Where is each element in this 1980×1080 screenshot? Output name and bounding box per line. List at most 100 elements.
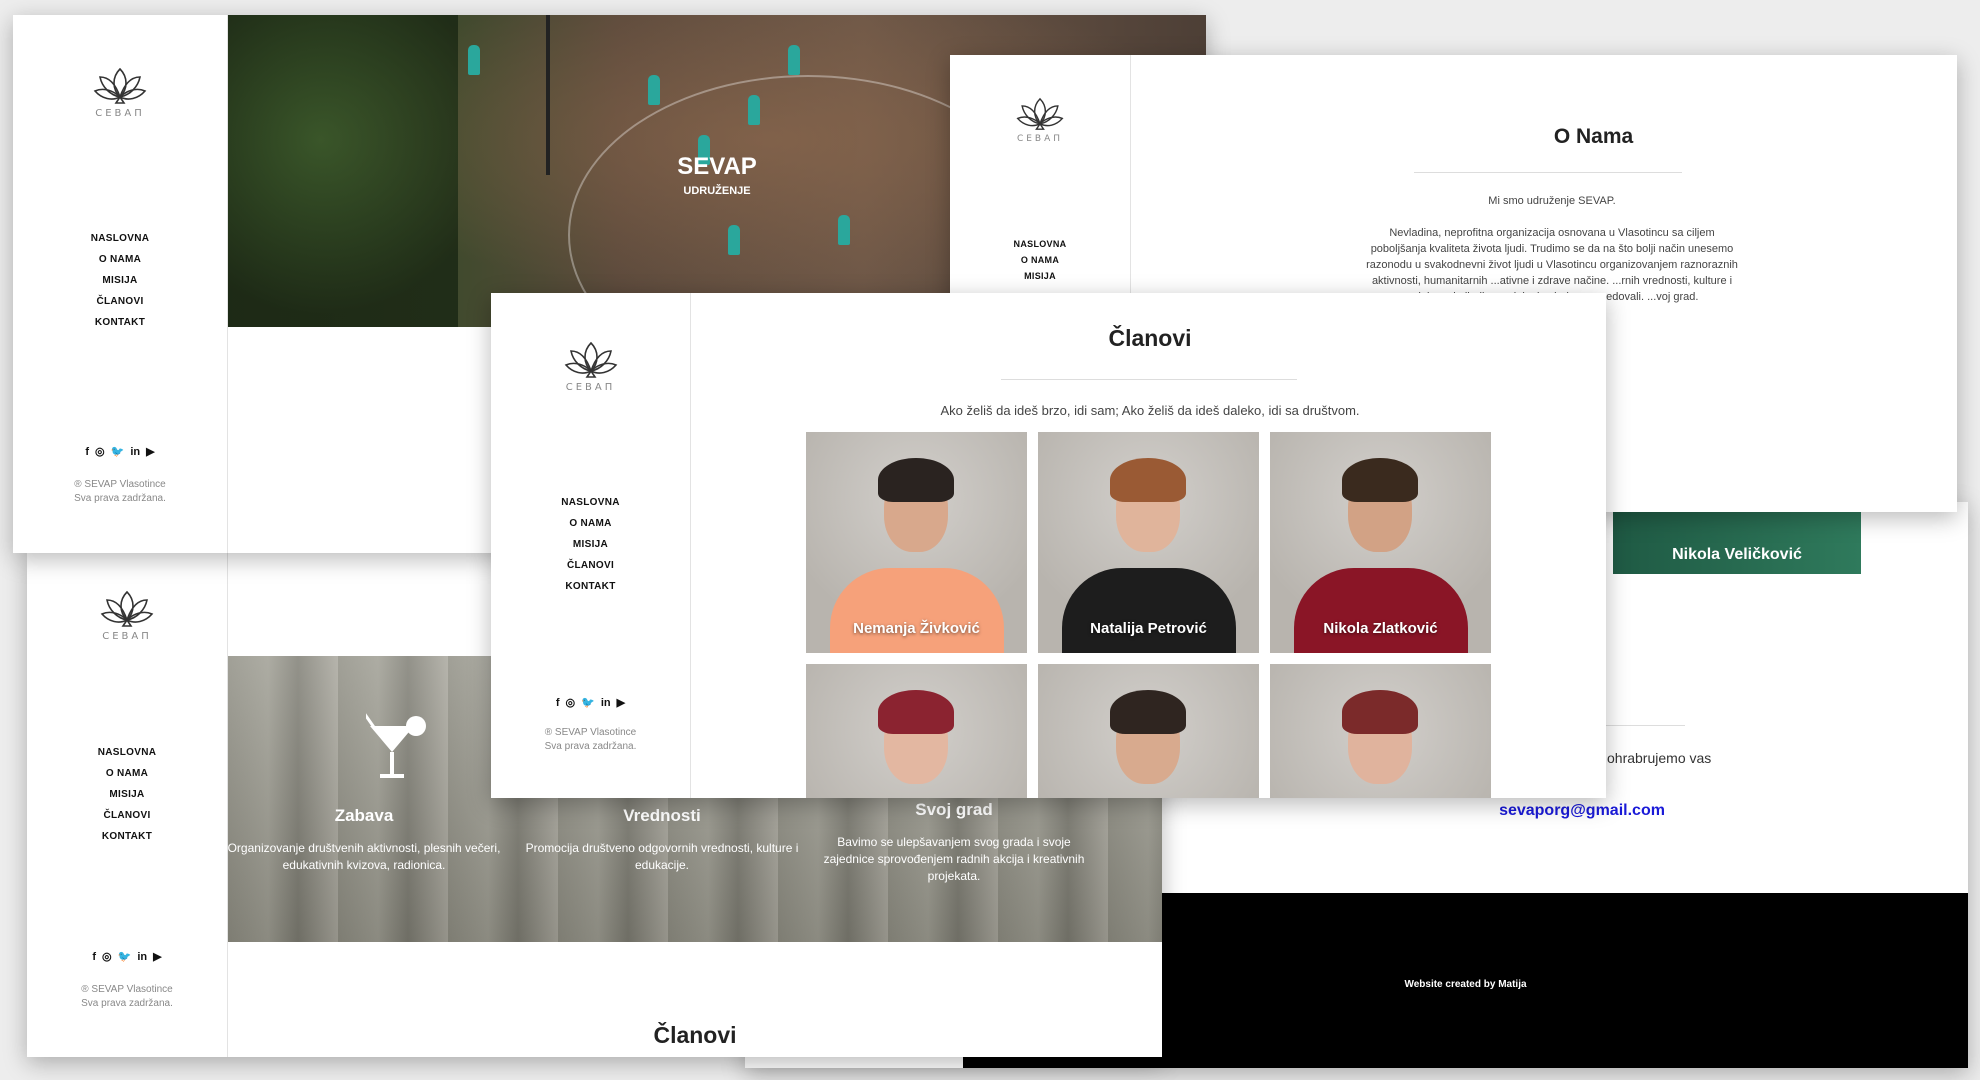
member-name: Nikola Zlatković [1323, 620, 1438, 637]
social-links: f ◎ 🐦 in ▶ [27, 950, 227, 963]
copyright: ® SEVAP Vlasotince Sva prava zadržana. [13, 478, 227, 506]
sidebar: CEBAП NASLOVNA O NAMA MISIJA ČLANOVI KON… [491, 293, 691, 798]
hero-person [788, 45, 800, 75]
logo-text: CEBAП [565, 382, 616, 393]
nav-item-kontakt[interactable]: KONTAKT [491, 581, 690, 592]
youtube-icon[interactable]: ▶ [617, 696, 625, 709]
logo[interactable]: CEBAП [27, 588, 227, 642]
member-photo-nikola-velickovic[interactable]: Nikola Veličković [1613, 512, 1861, 574]
section-heading-clanovi: Članovi [653, 1022, 737, 1048]
nav-item-clanovi[interactable]: ČLANOVI [491, 560, 690, 571]
linkedin-icon[interactable]: in [130, 446, 140, 458]
main-nav: NASLOVNA O NAMA MISIJA [950, 239, 1130, 281]
member-photo-body [1294, 568, 1468, 653]
member-name: Nikola Veličković [1672, 546, 1802, 563]
feature-zabava: Zabava Organizovanje društvenih aktivnos… [224, 806, 504, 874]
member-photo-hair [1342, 458, 1418, 502]
nav-item-naslovna[interactable]: NASLOVNA [13, 233, 227, 244]
nav-item-o-nama[interactable]: O NAMA [950, 255, 1130, 265]
copyright-line: Sva prava zadržana. [81, 998, 173, 1009]
facebook-icon[interactable]: f [85, 446, 89, 458]
main-nav: NASLOVNA O NAMA MISIJA ČLANOVI KONTAKT [491, 497, 690, 592]
email-link[interactable]: sevaporg@gmail.com [1382, 802, 1782, 820]
feature-text: Promocija društveno odgovornih vrednosti… [525, 841, 799, 872]
logo-text: CEBAП [102, 631, 152, 642]
linkedin-icon[interactable]: in [601, 697, 611, 709]
youtube-icon[interactable]: ▶ [146, 445, 154, 458]
copyright: ® SEVAP Vlasotince Sva prava zadržana. [491, 726, 690, 754]
member-photo-hair [1342, 690, 1418, 734]
member-card[interactable] [1270, 664, 1491, 798]
nav-item-naslovna[interactable]: NASLOVNA [491, 497, 690, 508]
feature-vrednosti: Vrednosti Promocija društveno odgovornih… [522, 806, 802, 874]
twitter-icon[interactable]: 🐦 [581, 696, 595, 709]
twitter-icon[interactable]: 🐦 [111, 445, 125, 458]
facebook-icon[interactable]: f [556, 697, 560, 709]
nav-item-misija[interactable]: MISIJA [950, 271, 1130, 281]
member-photo-hair [1110, 458, 1186, 502]
cocktail-icon [366, 712, 426, 778]
hero-person [728, 225, 740, 255]
copyright-line: ® SEVAP Vlasotince [74, 479, 166, 490]
copyright: ® SEVAP Vlasotince Sva prava zadržana. [27, 983, 227, 1011]
hero-person [838, 215, 850, 245]
nav-item-o-nama[interactable]: O NAMA [491, 518, 690, 529]
sidebar: CEBAП NASLOVNA O NAMA MISIJA ČLANOVI KON… [13, 15, 228, 553]
member-card[interactable]: Nikola Zlatković [1270, 432, 1491, 653]
nav-item-naslovna[interactable]: NASLOVNA [27, 747, 227, 758]
hero-person [468, 45, 480, 75]
logo[interactable]: CEBAП [13, 65, 227, 119]
divider [1001, 379, 1297, 380]
nav-item-misija[interactable]: MISIJA [27, 789, 227, 800]
feature-text: Bavimo se ulepšavanjem svog grada i svoj… [823, 835, 1085, 883]
copyright-line: ® SEVAP Vlasotince [544, 727, 637, 738]
about-intro: Mi smo udruženje SEVAP. [1488, 195, 1616, 207]
logo-text: CEBAП [1016, 134, 1064, 144]
member-photo-body [1062, 568, 1236, 653]
nav-item-misija[interactable]: MISIJA [491, 539, 690, 550]
main-nav: NASLOVNA O NAMA MISIJA ČLANOVI KONTAKT [13, 233, 227, 328]
instagram-icon[interactable]: ◎ [102, 950, 112, 963]
member-photo-hair [878, 690, 954, 734]
twitter-icon[interactable]: 🐦 [118, 950, 132, 963]
feature-title: Vrednosti [623, 806, 701, 825]
lotus-icon [93, 67, 147, 104]
feature-svoj-grad: Svoj grad Bavimo se ulepšavanjem svog gr… [814, 800, 1094, 885]
nav-item-kontakt[interactable]: KONTAKT [13, 317, 227, 328]
social-links: f ◎ 🐦 in ▶ [491, 696, 690, 709]
hero-basket-pole [546, 15, 550, 175]
feature-text: Organizovanje društvenih aktivnosti, ple… [227, 841, 501, 872]
member-card[interactable] [1038, 664, 1259, 798]
nav-item-o-nama[interactable]: O NAMA [27, 768, 227, 779]
members-quote: Ako želiš da ideš brzo, idi sam; Ako žel… [940, 403, 1360, 418]
logo-text: CEBAП [95, 108, 145, 119]
hero-person [648, 75, 660, 105]
instagram-icon[interactable]: ◎ [95, 445, 105, 458]
nav-item-kontakt[interactable]: KONTAKT [27, 831, 227, 842]
copyright-line: Sva prava zadržana. [74, 493, 166, 504]
page-title: O Nama [1553, 125, 1634, 148]
linkedin-icon[interactable]: in [137, 951, 147, 963]
instagram-icon[interactable]: ◎ [566, 696, 576, 709]
lotus-icon [564, 341, 617, 378]
member-card[interactable]: Nemanja Živković [806, 432, 1027, 653]
member-photo-hair [1110, 690, 1186, 734]
feature-title: Zabava [334, 806, 394, 825]
logo[interactable]: CEBAП [950, 95, 1130, 144]
member-name: Natalija Petrović [1090, 620, 1207, 637]
facebook-icon[interactable]: f [92, 951, 96, 963]
lotus-icon [1016, 97, 1064, 130]
divider [1414, 172, 1682, 173]
nav-item-o-nama[interactable]: O NAMA [13, 254, 227, 265]
member-card[interactable] [806, 664, 1027, 798]
nav-item-clanovi[interactable]: ČLANOVI [13, 296, 227, 307]
logo[interactable]: CEBAП [491, 339, 690, 393]
nav-item-misija[interactable]: MISIJA [13, 275, 227, 286]
contact-text: ohrabrujemo vas [1607, 750, 1712, 766]
feature-title: Svoj grad [915, 800, 993, 819]
youtube-icon[interactable]: ▶ [153, 950, 161, 963]
nav-item-naslovna[interactable]: NASLOVNA [950, 239, 1130, 249]
main-nav: NASLOVNA O NAMA MISIJA ČLANOVI KONTAKT [27, 747, 227, 842]
nav-item-clanovi[interactable]: ČLANOVI [27, 810, 227, 821]
member-card[interactable]: Natalija Petrović [1038, 432, 1259, 653]
